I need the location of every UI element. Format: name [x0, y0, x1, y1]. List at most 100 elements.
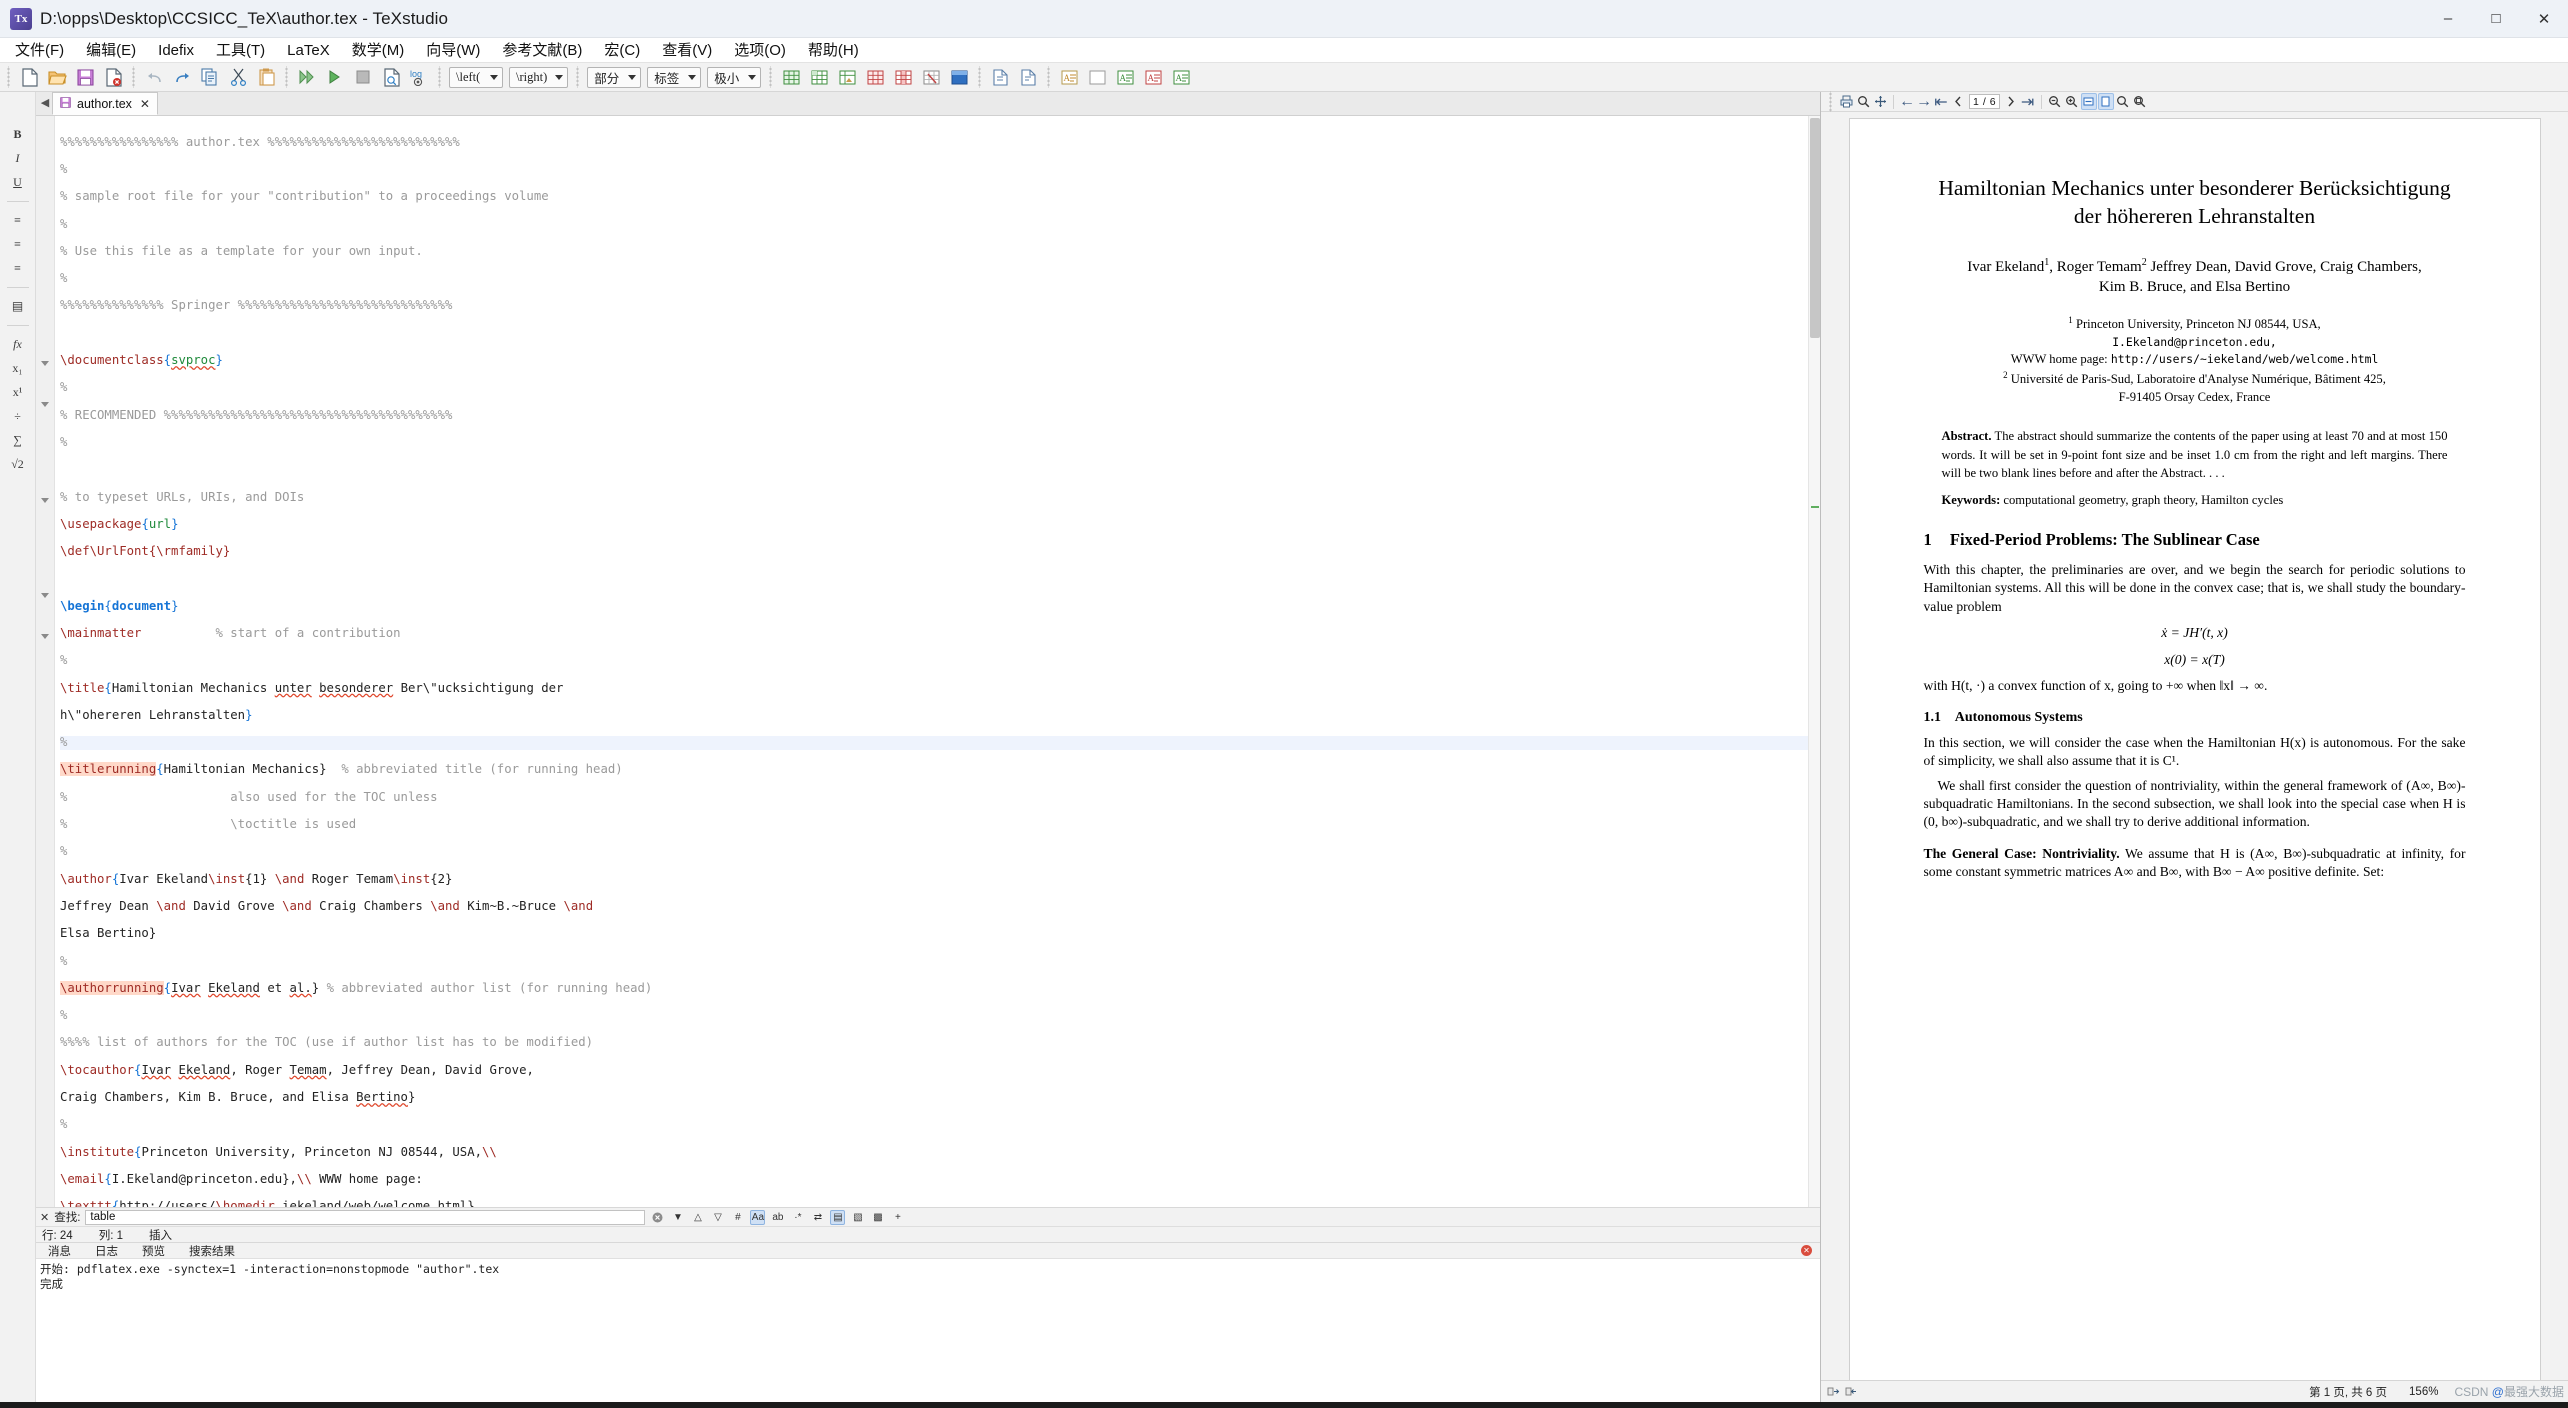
menu-help[interactable]: 帮助(H) — [797, 41, 870, 60]
find-regex-button[interactable]: ·* — [790, 1210, 805, 1225]
align-left-icon[interactable]: ≡ — [7, 212, 29, 229]
find-whole-word-button[interactable]: ab — [770, 1210, 785, 1225]
left-delimiter-select[interactable]: \left( — [449, 66, 503, 88]
fold-marker-author[interactable] — [41, 496, 50, 505]
menu-edit[interactable]: 编辑(E) — [75, 41, 147, 60]
tab-search-results[interactable]: 搜索结果 — [177, 1243, 247, 1259]
tab-scroll-prev[interactable]: ◀ — [38, 91, 52, 115]
clear-format-icon[interactable] — [1084, 65, 1110, 90]
code-text[interactable]: %%%%%%%%%%%%%%%% author.tex %%%%%%%%%%%%… — [55, 116, 1808, 1207]
close-icon[interactable]: ✕ — [140, 97, 150, 111]
save-icon[interactable] — [72, 65, 98, 90]
table-col-icon[interactable] — [890, 65, 916, 90]
fold-marker-institute[interactable] — [41, 632, 50, 641]
tab-preview[interactable]: 预览 — [130, 1243, 177, 1259]
pdf-back-icon[interactable]: ← — [1899, 93, 1915, 110]
magnifier-icon[interactable] — [2115, 93, 2131, 110]
function-icon[interactable]: fx — [7, 336, 29, 353]
close-file-icon[interactable] — [100, 65, 126, 90]
zoom-out-icon[interactable] — [2047, 93, 2063, 110]
toolbar-grip-3[interactable] — [283, 66, 290, 88]
italic-icon[interactable]: I — [7, 150, 29, 167]
paste-icon[interactable] — [253, 65, 279, 90]
menu-macros[interactable]: 宏(C) — [593, 41, 651, 60]
fit-width-icon[interactable] — [2080, 93, 2097, 110]
table-grid-icon[interactable] — [806, 65, 832, 90]
menu-latex[interactable]: LaTeX — [276, 41, 341, 60]
pdf-first-page-icon[interactable]: ⇤ — [1933, 93, 1949, 111]
section-level-select[interactable]: 部分 — [587, 66, 642, 88]
view-log-icon[interactable]: log — [406, 65, 432, 90]
print-icon[interactable] — [1838, 93, 1854, 110]
tab-author-tex[interactable]: author.tex ✕ — [52, 92, 158, 115]
find-input[interactable]: table — [85, 1209, 646, 1225]
search-icon[interactable] — [1855, 93, 1871, 110]
menu-wizards[interactable]: 向导(W) — [415, 41, 491, 60]
menu-idefix[interactable]: Idefix — [147, 41, 205, 60]
toolbar-grip-7[interactable] — [976, 66, 984, 88]
link-icon[interactable] — [1843, 1384, 1859, 1400]
find-close-icon[interactable]: ✕ — [40, 1211, 49, 1224]
minimize-button[interactable]: – — [2424, 0, 2472, 37]
pdf-prev-page-icon[interactable] — [1950, 93, 1966, 110]
fold-marker-begin-document[interactable] — [41, 359, 50, 368]
pdf-page-number-input[interactable]: 1 / 6 — [1969, 94, 2000, 109]
align-right-icon[interactable]: ≡ — [7, 260, 29, 277]
find-escape-button[interactable]: ⇄ — [810, 1210, 825, 1225]
scrollbar-thumb[interactable] — [1810, 118, 1820, 338]
sqrt-icon[interactable]: √2 — [7, 456, 29, 473]
editor-vertical-scrollbar[interactable] — [1808, 116, 1820, 1207]
sum-icon[interactable]: ∑ — [7, 432, 29, 449]
insert-file-icon[interactable] — [1015, 65, 1041, 90]
find-history-dropdown[interactable]: ▼ — [670, 1210, 685, 1225]
find-next-icon[interactable]: ▽ — [710, 1210, 725, 1225]
sync-icon[interactable] — [1825, 1384, 1841, 1400]
find-selection-button[interactable]: ▩ — [870, 1210, 885, 1225]
list-icon[interactable]: ▤ — [7, 298, 29, 315]
cut-icon[interactable] — [225, 65, 251, 90]
pdf-next-page-icon[interactable] — [2003, 93, 2019, 110]
table-delete-icon[interactable] — [918, 65, 944, 90]
highlight-green-icon[interactable]: A — [1112, 65, 1138, 90]
find-prev-icon[interactable]: △ — [690, 1210, 705, 1225]
text-format-a-icon[interactable]: A — [1056, 65, 1082, 90]
tab-messages[interactable]: 消息 — [36, 1243, 83, 1259]
toolbar-grip-6[interactable] — [767, 66, 775, 88]
fold-marker-title[interactable] — [41, 400, 50, 409]
pdf-last-page-icon[interactable]: ⇥ — [2020, 93, 2036, 111]
superscript-icon[interactable]: x¹ — [7, 384, 29, 401]
toolbar-grip-4[interactable] — [436, 66, 443, 88]
stop-icon[interactable] — [350, 65, 376, 90]
find-count-icon[interactable]: # — [730, 1210, 745, 1225]
open-folder-icon[interactable] — [44, 65, 70, 90]
menu-options[interactable]: 选项(O) — [723, 41, 797, 60]
align-center-icon[interactable]: ≡ — [7, 236, 29, 253]
table-image-icon[interactable] — [834, 65, 860, 90]
toolbar-grip-1[interactable] — [5, 66, 12, 88]
fraction-icon[interactable]: ÷ — [7, 408, 29, 425]
table-row-icon[interactable] — [862, 65, 888, 90]
build-and-view-icon[interactable] — [294, 65, 320, 90]
pdf-scroll-area[interactable]: Hamiltonian Mechanics unter besonderer B… — [1821, 112, 2568, 1380]
undo-icon[interactable] — [141, 65, 167, 90]
menu-file[interactable]: 文件(F) — [4, 41, 75, 60]
font-size-select[interactable]: 极小 — [707, 66, 762, 88]
toolbar-grip-5[interactable] — [574, 66, 582, 88]
pdf-forward-icon[interactable]: → — [1916, 93, 1932, 110]
table-insert-icon[interactable] — [778, 65, 804, 90]
toolbar-grip-2[interactable] — [130, 66, 137, 88]
find-clear-icon[interactable] — [650, 1210, 665, 1225]
menu-view[interactable]: 查看(V) — [651, 41, 723, 60]
right-delimiter-select[interactable]: \right) — [509, 66, 569, 88]
insert-graphic-icon[interactable] — [987, 65, 1013, 90]
zoom-in-icon[interactable] — [2064, 93, 2080, 110]
find-expand-button[interactable]: + — [890, 1210, 905, 1225]
underline-icon[interactable]: U — [7, 174, 29, 191]
find-case-sensitive-button[interactable]: Aa — [750, 1209, 766, 1225]
subscript-icon[interactable]: x₁ — [7, 360, 29, 377]
menu-tools[interactable]: 工具(T) — [205, 41, 276, 60]
bold-icon[interactable]: B — [7, 126, 29, 143]
find-highlight-all-button[interactable]: ▤ — [830, 1209, 846, 1225]
close-button[interactable]: ✕ — [2520, 0, 2568, 37]
fold-marker-tocauthor[interactable] — [41, 591, 50, 600]
